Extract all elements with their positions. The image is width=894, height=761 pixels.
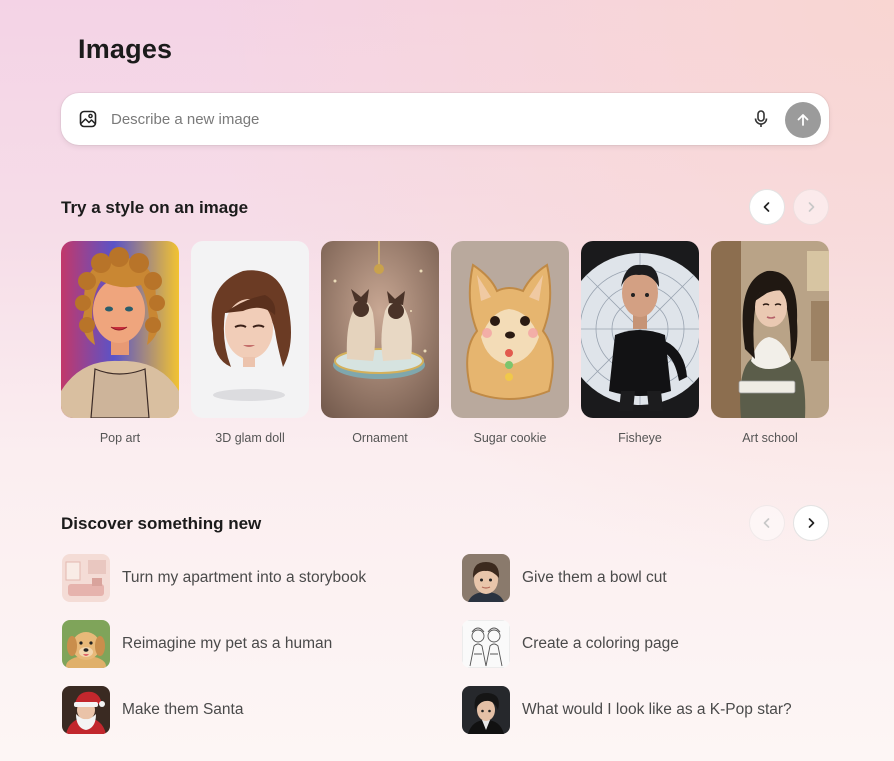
styles-carousel: Pop art 3D glam doll Ornament Sugar cook… (61, 241, 829, 451)
style-card-ornament[interactable]: Ornament (321, 241, 439, 445)
discover-item-label: Create a coloring page (522, 635, 679, 652)
discover-next-button[interactable] (793, 505, 829, 541)
style-label: Fisheye (618, 431, 662, 445)
images-page: Images Try a style on an image (0, 0, 894, 761)
style-card-art-school[interactable]: Art school (711, 241, 829, 445)
kpop-star-thumbnail (462, 686, 510, 734)
page-title: Images (78, 34, 173, 64)
submit-button[interactable] (785, 102, 821, 138)
coloring-page-thumbnail (462, 620, 510, 668)
microphone-icon[interactable] (751, 109, 771, 129)
discover-item-label: Reimagine my pet as a human (122, 635, 333, 652)
bowl-cut-thumbnail (462, 554, 510, 602)
discover-item-santa[interactable]: Make them Santa (62, 686, 243, 734)
chevron-left-icon (763, 518, 770, 528)
chevron-right-icon (808, 202, 815, 212)
ornament-thumbnail (321, 241, 439, 418)
discover-item-storybook[interactable]: Turn my apartment into a storybook (62, 554, 366, 602)
discover-item-label: Make them Santa (122, 701, 244, 718)
3d-glam-doll-thumbnail (191, 241, 309, 418)
storybook-apartment-thumbnail (62, 554, 110, 602)
styles-prev-button[interactable] (749, 189, 785, 225)
styles-next-button[interactable] (793, 189, 829, 225)
chevron-left-icon (763, 202, 770, 212)
style-card-fisheye[interactable]: Fisheye (581, 241, 699, 445)
style-label: Sugar cookie (473, 431, 547, 445)
styles-section-title: Try a style on an image (61, 198, 249, 217)
style-label: 3D glam doll (215, 431, 285, 445)
style-label: Ornament (352, 431, 408, 445)
arrow-up-icon (797, 114, 809, 126)
discover-item-coloring-page[interactable]: Create a coloring page (462, 620, 679, 668)
sugar-cookie-thumbnail (451, 241, 569, 418)
discover-item-label: Turn my apartment into a storybook (122, 569, 367, 586)
style-card-3d-glam-doll[interactable]: 3D glam doll (191, 241, 309, 445)
discover-item-pet-human[interactable]: Reimagine my pet as a human (62, 620, 332, 668)
discover-item-label: Give them a bowl cut (522, 569, 667, 586)
discover-item-label: What would I look like as a K-Pop star? (522, 701, 792, 718)
image-prompt-input[interactable] (111, 105, 731, 133)
pop-art-thumbnail (61, 241, 179, 418)
discover-prev-button[interactable] (749, 505, 785, 541)
style-card-pop-art[interactable]: Pop art (61, 241, 179, 445)
discover-item-kpop-star[interactable]: What would I look like as a K-Pop star? (462, 686, 792, 734)
image-prompt-bar (61, 93, 829, 145)
chevron-right-icon (808, 518, 815, 528)
style-card-sugar-cookie[interactable]: Sugar cookie (451, 241, 569, 445)
santa-thumbnail (62, 686, 110, 734)
style-label: Pop art (99, 431, 141, 445)
discover-section-title: Discover something new (61, 514, 262, 533)
discover-item-bowl-cut[interactable]: Give them a bowl cut (462, 554, 667, 602)
style-label: Art school (742, 431, 798, 445)
art-school-thumbnail (711, 241, 829, 418)
pet-thumbnail (62, 620, 110, 668)
image-upload-icon[interactable] (79, 110, 97, 128)
fisheye-thumbnail (581, 241, 699, 418)
